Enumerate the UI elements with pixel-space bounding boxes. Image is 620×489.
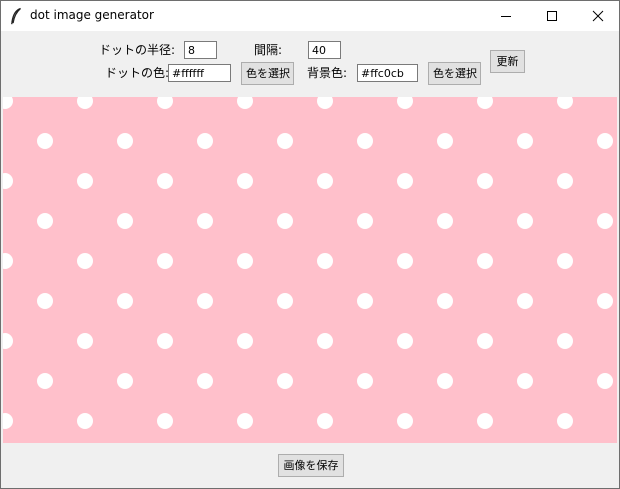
dot xyxy=(77,253,93,269)
dot xyxy=(237,173,253,189)
maximize-icon xyxy=(547,11,557,21)
background-color-label: 背景色: xyxy=(307,66,348,80)
dot-color-select-button[interactable]: 色を選択 xyxy=(241,62,294,85)
dot xyxy=(117,373,133,389)
dot xyxy=(517,213,533,229)
dot xyxy=(477,333,493,349)
dot xyxy=(37,213,53,229)
update-button[interactable]: 更新 xyxy=(490,50,525,73)
dot xyxy=(437,373,453,389)
minimize-button[interactable] xyxy=(483,1,529,31)
save-image-button[interactable]: 画像を保存 xyxy=(278,454,344,477)
dot xyxy=(557,173,573,189)
dot-pattern xyxy=(3,97,617,443)
dot xyxy=(357,293,373,309)
dot xyxy=(197,293,213,309)
dot xyxy=(77,333,93,349)
dot xyxy=(37,293,53,309)
dot xyxy=(477,413,493,429)
dot-canvas xyxy=(3,97,617,443)
dot xyxy=(437,213,453,229)
dot xyxy=(157,333,173,349)
dot xyxy=(277,373,293,389)
app-window: dot image generator ドットの半径: 間隔: ドットの色: 色… xyxy=(0,0,620,489)
feather-icon xyxy=(9,7,23,25)
dot xyxy=(37,373,53,389)
dot-radius-input[interactable] xyxy=(184,41,217,59)
dot xyxy=(397,413,413,429)
dot-radius-label: ドットの半径: xyxy=(99,43,176,57)
dot xyxy=(357,213,373,229)
dot xyxy=(237,413,253,429)
dot xyxy=(317,413,333,429)
dot xyxy=(37,133,53,149)
minimize-icon xyxy=(501,16,511,17)
dot xyxy=(317,173,333,189)
dot xyxy=(517,133,533,149)
dot xyxy=(157,413,173,429)
spacing-input[interactable] xyxy=(308,41,341,59)
dot xyxy=(437,293,453,309)
dot xyxy=(517,293,533,309)
background-color-select-button[interactable]: 色を選択 xyxy=(428,62,481,85)
dot xyxy=(557,333,573,349)
dot-color-label: ドットの色: xyxy=(105,66,170,80)
dot xyxy=(597,133,613,149)
window-title: dot image generator xyxy=(30,8,154,22)
dot-color-input[interactable] xyxy=(168,64,231,82)
dot xyxy=(277,293,293,309)
dot xyxy=(277,133,293,149)
dot xyxy=(317,333,333,349)
maximize-button[interactable] xyxy=(529,1,575,31)
dot xyxy=(117,213,133,229)
dot xyxy=(77,413,93,429)
dot xyxy=(477,253,493,269)
dot xyxy=(357,373,373,389)
title-bar[interactable]: dot image generator xyxy=(1,1,619,31)
dot xyxy=(517,373,533,389)
background-color-input[interactable] xyxy=(357,64,418,82)
dot xyxy=(117,133,133,149)
dot xyxy=(197,213,213,229)
spacing-label: 間隔: xyxy=(254,43,283,57)
dot xyxy=(117,293,133,309)
dot xyxy=(277,213,293,229)
dot xyxy=(557,253,573,269)
dot xyxy=(437,133,453,149)
dot xyxy=(397,173,413,189)
dot xyxy=(397,333,413,349)
dot xyxy=(157,253,173,269)
dot xyxy=(597,293,613,309)
dot xyxy=(77,173,93,189)
dot xyxy=(357,133,373,149)
dot xyxy=(397,253,413,269)
dot xyxy=(557,413,573,429)
dot xyxy=(597,213,613,229)
dot xyxy=(237,253,253,269)
dot xyxy=(197,373,213,389)
dot xyxy=(237,333,253,349)
close-icon xyxy=(592,10,604,22)
dot xyxy=(597,373,613,389)
dot xyxy=(157,173,173,189)
dot xyxy=(477,173,493,189)
dot xyxy=(197,133,213,149)
dot xyxy=(317,253,333,269)
close-button[interactable] xyxy=(575,1,619,31)
